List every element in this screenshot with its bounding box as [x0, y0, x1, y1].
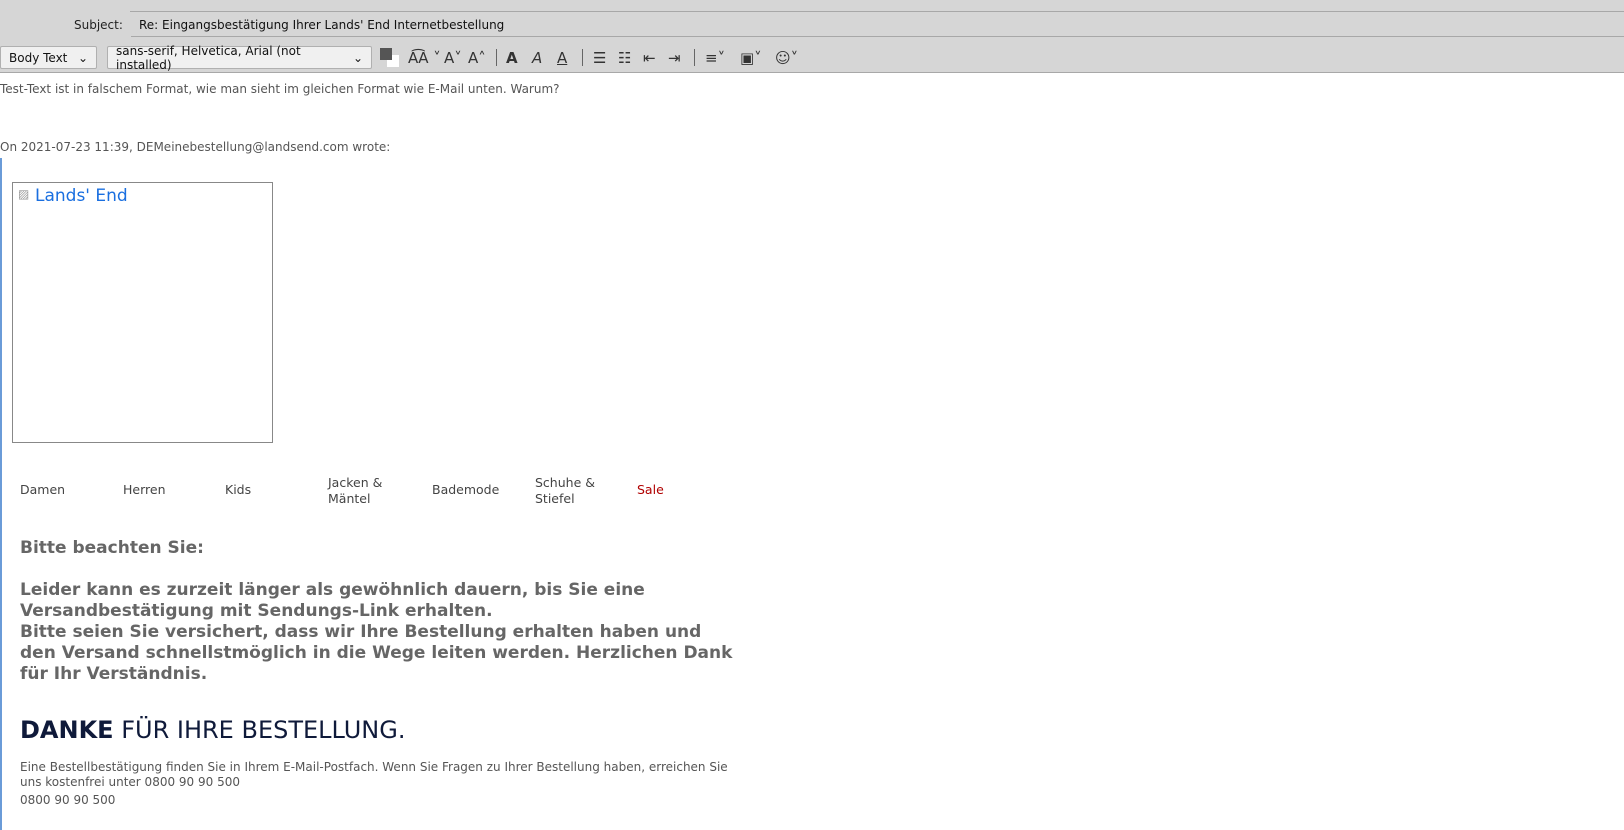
align-button[interactable]: ≡˅ [705, 46, 725, 69]
outdent-icon: ⇤ [643, 48, 656, 67]
nav-sale[interactable]: Sale [637, 482, 664, 498]
bold-icon: A [506, 48, 518, 67]
larger-font-button[interactable]: A˄ [468, 46, 486, 69]
font-smaller-icon: A˅ [444, 48, 462, 67]
emoji-button[interactable]: ☺˅ [775, 46, 798, 69]
nav-herren[interactable]: Herren [123, 482, 166, 498]
underline-icon: A [557, 48, 568, 67]
font-size-button[interactable]: A͡A ˅ [408, 46, 441, 69]
paragraph-format-value: Body Text [9, 50, 68, 65]
thanks-heading: DANKE FÜR IHRE BESTELLUNG. [20, 716, 405, 744]
text-color-button[interactable] [380, 46, 400, 69]
bold-button[interactable]: A [506, 46, 518, 69]
notice-title: Bitte beachten Sie: [20, 538, 204, 558]
reply-text: Test-Text ist in falschem Format, wie ma… [0, 82, 560, 96]
nav-kids[interactable]: Kids [225, 482, 251, 498]
indent-icon: ⇥ [668, 48, 681, 67]
nav-damen[interactable]: Damen [20, 482, 65, 498]
toolbar-separator [496, 49, 497, 66]
align-icon: ≡˅ [705, 48, 726, 67]
phone-number[interactable]: 0800 90 90 500 [20, 793, 115, 808]
italic-button[interactable]: A [532, 46, 542, 69]
quote-attribution: On 2021-07-23 11:39, DEMeinebestellung@l… [0, 140, 391, 154]
thanks-bold: DANKE [20, 716, 114, 744]
broken-image-icon: ▨ [18, 187, 30, 201]
outdent-button[interactable]: ⇤ [643, 46, 656, 69]
logo-image-placeholder: ▨ Lands' End [12, 182, 273, 443]
chevron-down-icon: ⌄ [352, 50, 363, 65]
quoted-message [0, 158, 2, 830]
nav-schuhe[interactable]: Schuhe & Stiefel [535, 475, 605, 507]
smiley-icon: ☺˅ [775, 48, 799, 67]
nav-jacken[interactable]: Jacken & Mäntel [328, 475, 398, 507]
bullet-list-icon: ☰ [593, 48, 607, 67]
font-select[interactable]: sans-serif, Helvetica, Arial (not instal… [107, 43, 372, 72]
notice-block: Bitte beachten Sie: Leider kann es zurze… [20, 538, 740, 685]
info-text: Eine Bestellbestätigung finden Sie in Ih… [20, 760, 728, 789]
numbered-list-button[interactable]: ☷ [618, 46, 631, 69]
font-larger-icon: A˄ [468, 48, 486, 67]
smaller-font-button[interactable]: A˅ [444, 46, 462, 69]
logo-alt-text[interactable]: Lands' End [35, 186, 128, 206]
thanks-rest: FÜR IHRE BESTELLUNG. [113, 716, 406, 744]
image-icon: ▣˅ [740, 48, 762, 67]
numbered-list-icon: ☷ [618, 48, 632, 67]
toolbar-separator [582, 49, 583, 66]
insert-button[interactable]: ▣˅ [740, 46, 762, 69]
indent-button[interactable]: ⇥ [668, 46, 681, 69]
underline-button[interactable]: A [557, 46, 567, 69]
notice-paragraph-1: Leider kann es zurzeit länger als gewöhn… [20, 580, 645, 621]
italic-icon: A [532, 48, 543, 67]
subject-input[interactable]: Re: Eingangsbestätigung Ihrer Lands' End… [131, 12, 1624, 37]
chevron-down-icon: ⌄ [77, 50, 88, 65]
paragraph-format-select[interactable]: Body Text ⌄ [0, 46, 97, 69]
subject-label: Subject: [74, 18, 123, 32]
nav-bademode[interactable]: Bademode [432, 482, 499, 498]
font-value: sans-serif, Helvetica, Arial (not instal… [116, 43, 301, 72]
compose-header: Subject: Re: Eingangsbestätigung Ihrer L… [0, 0, 1624, 73]
notice-paragraph-2: Bitte seien Sie versichert, dass wir Ihr… [20, 622, 733, 684]
text-color-swatch [380, 47, 392, 60]
font-size-icon: A͡A ˅ [408, 48, 441, 67]
toolbar-separator [694, 49, 695, 66]
bullet-list-button[interactable]: ☰ [593, 46, 606, 69]
